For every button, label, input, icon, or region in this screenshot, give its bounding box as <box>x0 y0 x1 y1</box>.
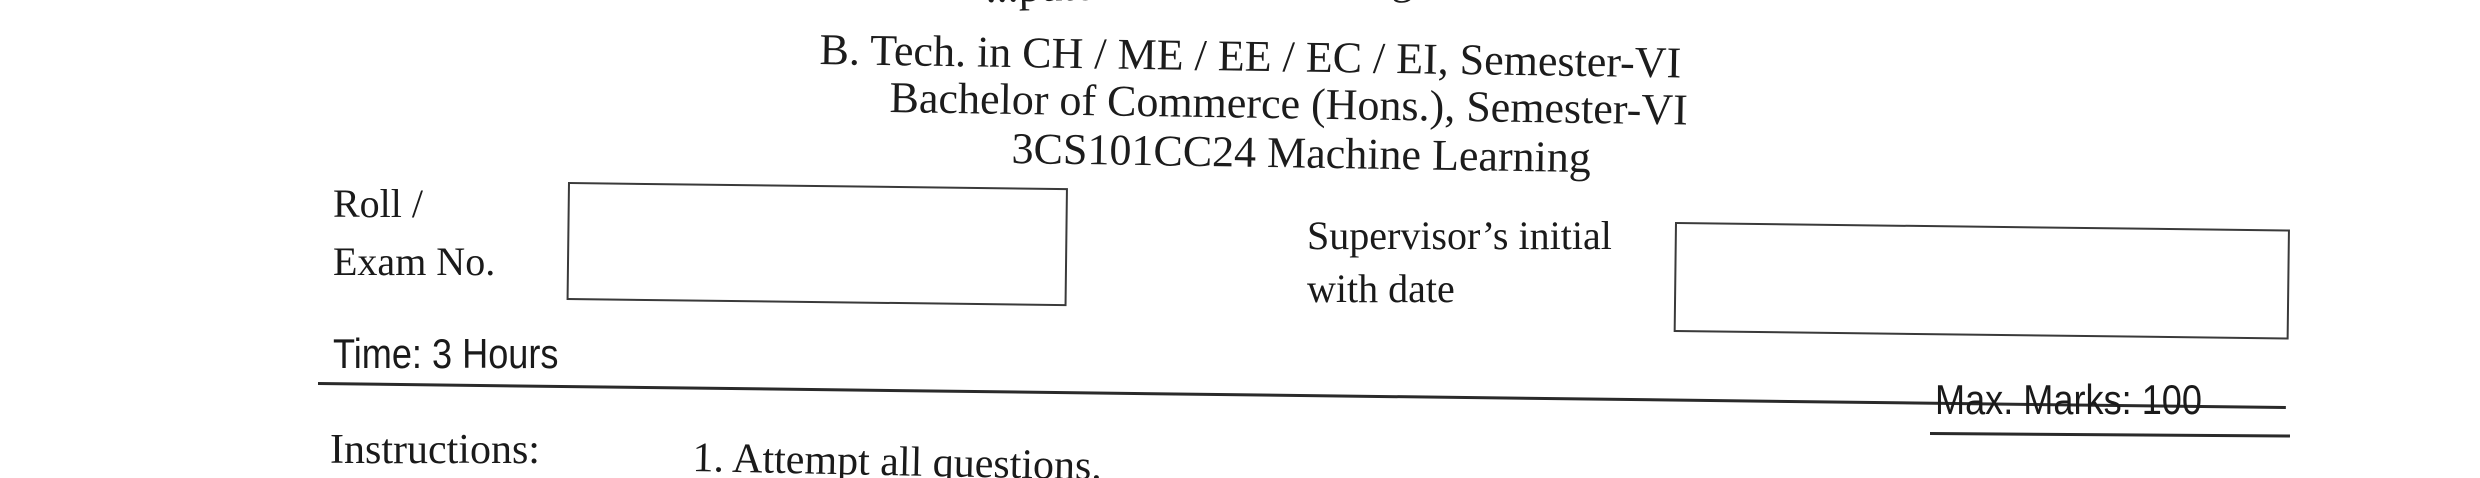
program-line-cse: ...puter Science and Engineering, Semest… <box>985 0 1786 12</box>
divider-line-short <box>1929 432 2291 438</box>
roll-label: Roll / <box>333 181 424 226</box>
supervisor-initial-field[interactable] <box>1673 222 2290 340</box>
roll-number-field[interactable] <box>566 182 1068 307</box>
exam-no-label: Exam No. <box>333 239 496 284</box>
with-date-label: with date <box>1307 266 1455 311</box>
supervisor-label: Supervisor’s initial <box>1307 213 1612 258</box>
max-marks: Max. Marks: 100 <box>1935 376 2202 423</box>
course-title: 3CS101CC24 Machine Learning <box>1011 124 1592 183</box>
instructions-label: Instructions: <box>330 427 540 473</box>
exam-paper-header: ...puter Science and Engineering, Semest… <box>0 0 2480 478</box>
exam-duration: Time: 3 Hours <box>333 330 559 377</box>
instruction-item: 1. Attempt all questions. <box>692 434 1103 478</box>
program-line-bcom: Bachelor of Commerce (Hons.), Semester-V… <box>889 73 1689 135</box>
